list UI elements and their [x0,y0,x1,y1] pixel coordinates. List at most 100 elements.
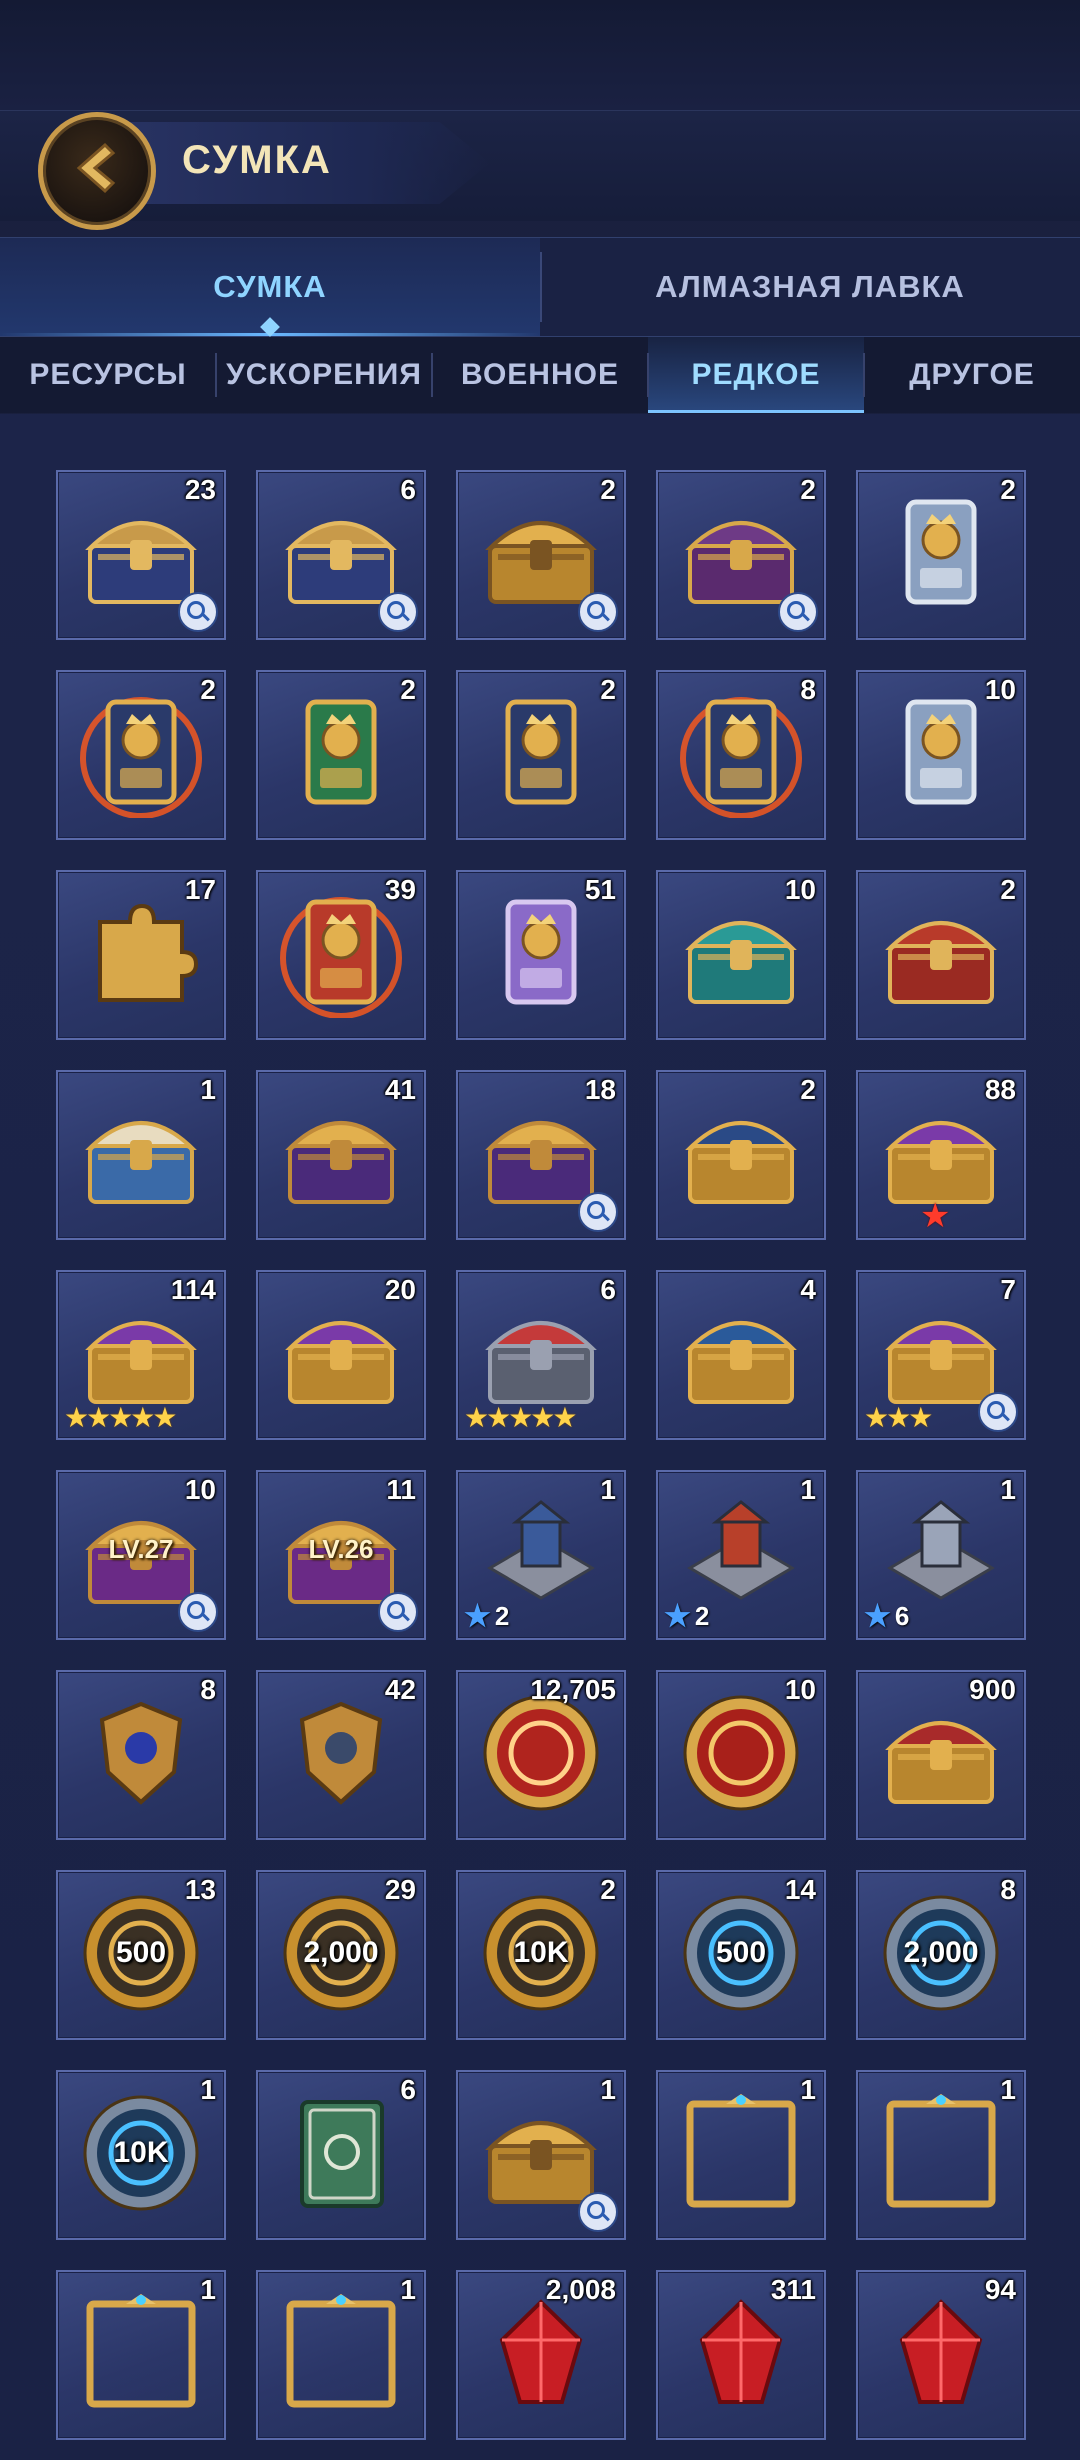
inventory-item[interactable]: 10 [656,870,826,1040]
inventory-item[interactable]: 6 ★★★★★ [456,1270,626,1440]
item-count: 4 [800,1274,816,1305]
inventory-item[interactable]: 1 [456,2070,626,2240]
subtab-military[interactable]: ВОЕННОЕ [432,337,648,413]
inventory-item[interactable]: 6 [256,2070,426,2240]
inventory-item[interactable]: 2 [456,670,626,840]
subtab-speedups[interactable]: УСКОРЕНИЯ [216,337,432,413]
magnifier-icon[interactable] [978,1392,1018,1432]
gem-chest-icon [85,1321,197,1404]
inventory-item[interactable]: 2,000 29 [256,1870,426,2040]
inventory-item[interactable]: 500 13 [56,1870,226,2040]
magnifier-icon[interactable] [378,592,418,632]
inventory-item[interactable]: 8 [56,1670,226,1840]
inventory-item[interactable]: 7 ★★★ [856,1270,1026,1440]
magnifier-icon[interactable] [178,592,218,632]
inventory-item[interactable]: 1 [656,2070,826,2240]
inventory-item[interactable]: 2 [56,670,226,840]
inventory-item[interactable]: 2 [856,470,1026,640]
tab-diamond-shop[interactable]: АЛМАЗНАЯ ЛАВКА [540,238,1080,336]
inventory-item[interactable]: 8 [656,670,826,840]
inventory-item[interactable]: 114 ★★★★★ [56,1270,226,1440]
inventory-item[interactable]: 12,705 [456,1670,626,1840]
inventory-item[interactable]: 41 [256,1070,426,1240]
star-level: 2 [494,1601,510,1631]
helmet-coin-icon [683,1695,799,1811]
inventory-item[interactable]: 2 [256,670,426,840]
item-count: 10 [184,1474,216,1505]
inventory-item[interactable]: LV.26 11 [256,1470,426,1640]
inventory-item[interactable]: 20 [256,1270,426,1440]
inventory-item[interactable]: 4 [656,1270,826,1440]
inventory-item[interactable]: 1 [56,1070,226,1240]
inventory-item[interactable]: 1 [256,2270,426,2440]
inventory-item[interactable]: 42 [256,1670,426,1840]
subtab-rare[interactable]: РЕДКОЕ [648,337,864,413]
purple-gold-chest-icon [285,1121,397,1204]
inventory-item[interactable]: 2,000 8 [856,1870,1026,2040]
inventory-item[interactable]: 39 [256,870,426,1040]
inventory-item[interactable]: 1 ★ 6 [856,1470,1026,1640]
inventory-item[interactable]: 2 [656,470,826,640]
subtab-divider [863,353,865,397]
inventory-item[interactable]: 900 [856,1670,1026,1840]
inventory-item[interactable]: 94 [856,2270,1026,2440]
inventory-item[interactable]: 17 [56,870,226,1040]
red-crystal-icon [899,2299,983,2404]
inventory-item[interactable]: 10K 2 [456,1870,626,2040]
magnifier-icon[interactable] [578,1192,618,1232]
inventory-item[interactable]: 10K 1 [56,2070,226,2240]
subtab-other[interactable]: ДРУГОЕ [864,337,1080,413]
star-level-badge: ★ 2 [664,1599,709,1634]
item-count: 13 [184,1874,216,1905]
red-star-icon: ★ [920,1197,951,1235]
magnifier-icon[interactable] [178,1592,218,1632]
item-count: 6 [400,474,416,505]
inventory-item[interactable]: 311 [656,2270,826,2440]
magnifier-icon[interactable] [778,592,818,632]
inventory-item[interactable]: 500 14 [656,1870,826,2040]
inventory-item[interactable]: 51 [456,870,626,1040]
item-count: 2 [800,474,816,505]
item-label: 500 [715,1936,767,1969]
item-count: 6 [600,1274,616,1305]
item-count: 94 [984,2274,1016,2305]
item-label: LV.26 [308,1534,374,1564]
gold-frame-icon [686,2094,796,2208]
item-count: 1 [1000,1474,1016,1505]
inventory-item[interactable]: 2,008 [456,2270,626,2440]
red-hero-card-icon [280,897,402,1018]
item-count: 18 [584,1074,616,1105]
inventory-item[interactable]: LV.27 10 [56,1470,226,1640]
gold-frame-icon [86,2294,196,2408]
inventory-item[interactable]: 18 [456,1070,626,1240]
magnifier-icon[interactable] [378,1592,418,1632]
inventory-item[interactable]: 10 [856,670,1026,840]
subtab-resources[interactable]: РЕСУРСЫ [0,337,216,413]
magnifier-icon[interactable] [578,592,618,632]
red-crystal-icon [699,2299,783,2404]
inventory-item[interactable]: 2 [456,470,626,640]
inventory-item[interactable]: 1 [856,2070,1026,2240]
blue-star-icon: ★ [664,1600,691,1633]
inventory-item[interactable]: 1 ★ 2 [456,1470,626,1640]
item-count: 17 [184,874,216,905]
magnifier-icon[interactable] [578,2192,618,2232]
fire-hero-card-icon [680,697,802,818]
back-logo-icon[interactable] [38,112,156,230]
inventory-item[interactable]: 88 ★ [856,1070,1026,1240]
inventory-item[interactable]: 2 [656,1070,826,1240]
inventory-item[interactable]: 1 [56,2270,226,2440]
gold-hero-card-icon [505,699,577,805]
item-count: 900 [969,1674,1016,1705]
inventory-item[interactable]: 1 ★ 2 [656,1470,826,1640]
inventory-item[interactable]: 2 [856,870,1026,1040]
inventory-item[interactable]: 23 [56,470,226,640]
item-count: 114 [170,1274,216,1305]
item-count: 1 [800,2074,816,2105]
item-label: 10K [513,1936,569,1969]
inventory-item[interactable]: 10 [656,1670,826,1840]
item-count: 8 [200,1674,216,1705]
inventory-item[interactable]: 6 [256,470,426,640]
item-count: 20 [384,1274,416,1305]
shield-emblem-icon [99,1701,183,1805]
